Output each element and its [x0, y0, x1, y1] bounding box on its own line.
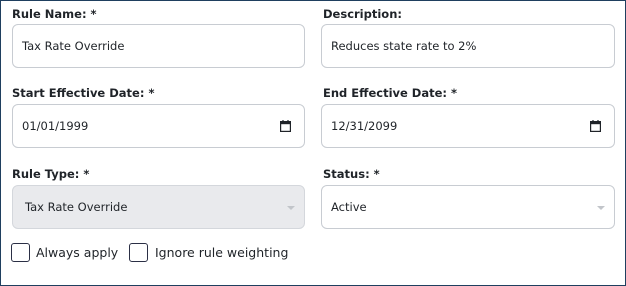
always-apply-label[interactable]: Always apply [36, 245, 118, 260]
rule-type-select: Tax Rate Override [12, 185, 305, 229]
always-apply-checkbox[interactable] [11, 243, 30, 262]
calendar-icon[interactable] [590, 120, 601, 132]
end-date-value: 12/31/2099 [331, 119, 398, 133]
calendar-icon[interactable] [280, 120, 291, 132]
end-date-input[interactable]: 12/31/2099 [321, 104, 615, 148]
ignore-weighting-checkbox[interactable] [129, 243, 148, 262]
description-value: Reduces state rate to 2% [331, 39, 477, 53]
rule-form: Rule Name: * Tax Rate Override Descripti… [0, 0, 626, 286]
status-label: Status: * [323, 167, 380, 181]
rule-name-value: Tax Rate Override [22, 39, 125, 53]
rule-type-label: Rule Type: * [12, 167, 90, 181]
description-label: Description: [323, 7, 402, 21]
description-input[interactable]: Reduces state rate to 2% [321, 24, 615, 68]
start-date-input[interactable]: 01/01/1999 [12, 104, 305, 148]
status-select[interactable]: Active [321, 185, 615, 229]
chevron-down-icon [597, 206, 605, 210]
ignore-weighting-label[interactable]: Ignore rule weighting [155, 245, 288, 260]
end-date-label: End Effective Date: * [323, 86, 458, 100]
rule-name-input[interactable]: Tax Rate Override [12, 24, 305, 68]
status-value: Active [331, 200, 367, 214]
start-date-value: 01/01/1999 [22, 119, 89, 133]
start-date-label: Start Effective Date: * [12, 86, 155, 100]
rule-name-label: Rule Name: * [12, 7, 97, 21]
rule-type-value: Tax Rate Override [25, 200, 128, 214]
chevron-down-icon [287, 206, 295, 210]
